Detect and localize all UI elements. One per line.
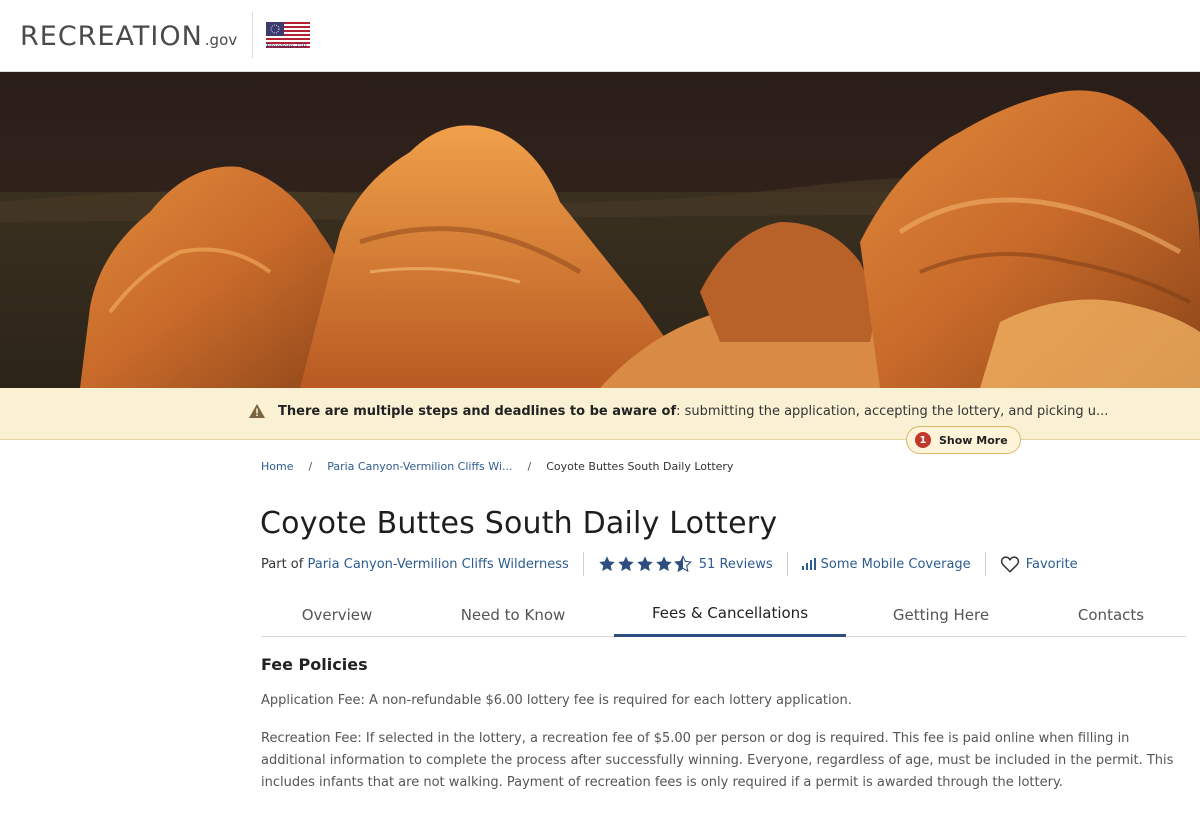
site-header: RECREATION .gov Freedom 250 bbox=[0, 0, 1200, 72]
alert-rest-text: : submitting the application, accepting … bbox=[676, 403, 1109, 419]
alert-banner: There are multiple steps and deadlines t… bbox=[0, 388, 1200, 440]
mobile-coverage[interactable]: Some Mobile Coverage bbox=[801, 556, 971, 572]
recreation-gov-logo[interactable]: RECREATION .gov bbox=[20, 18, 237, 54]
reviews-link[interactable]: 51 Reviews bbox=[699, 557, 773, 572]
tab-overview[interactable]: Overview bbox=[261, 592, 413, 637]
breadcrumb-current: Coyote Buttes South Daily Lottery bbox=[546, 460, 734, 473]
breadcrumb-wilderness-link[interactable]: Paria Canyon-Vermilion Cliffs Wi... bbox=[327, 460, 512, 473]
application-fee-text: Application Fee: A non-refundable $6.00 … bbox=[261, 693, 852, 708]
header-divider bbox=[252, 12, 253, 58]
fee-policies-heading: Fee Policies bbox=[261, 655, 368, 674]
breadcrumb-separator: / bbox=[308, 460, 313, 473]
alert-count-badge: 1 bbox=[915, 432, 931, 448]
tab-getting-here[interactable]: Getting Here bbox=[871, 592, 1011, 637]
part-of-link[interactable]: Paria Canyon-Vermilion Cliffs Wilderness bbox=[307, 557, 568, 572]
star-icon bbox=[618, 556, 634, 572]
meta-divider bbox=[582, 552, 584, 576]
logo-text: RECREATION bbox=[20, 20, 203, 52]
signal-bars-icon bbox=[801, 558, 816, 570]
alert-message: There are multiple steps and deadlines t… bbox=[248, 403, 1108, 419]
part-of: Part of Paria Canyon-Vermilion Cliffs Wi… bbox=[261, 557, 569, 572]
tab-bar: Overview Need to Know Fees & Cancellatio… bbox=[261, 592, 1186, 637]
flag-caption: Freedom 250 bbox=[266, 43, 307, 50]
coverage-label: Some Mobile Coverage bbox=[820, 556, 971, 572]
logo-suffix: .gov bbox=[204, 31, 238, 49]
tab-contacts[interactable]: Contacts bbox=[1051, 592, 1171, 637]
favorite-label: Favorite bbox=[1025, 556, 1078, 572]
meta-divider bbox=[984, 552, 986, 576]
meta-divider bbox=[786, 552, 788, 576]
hero-image bbox=[0, 72, 1200, 388]
tab-fees-cancellations[interactable]: Fees & Cancellations bbox=[614, 592, 846, 637]
heart-icon bbox=[1000, 556, 1019, 573]
star-icon bbox=[599, 556, 615, 572]
half-star-icon bbox=[673, 555, 692, 573]
star-icon bbox=[637, 556, 653, 572]
part-of-prefix: Part of bbox=[261, 556, 304, 572]
show-more-button[interactable]: 1 Show More bbox=[906, 426, 1021, 454]
show-more-label: Show More bbox=[939, 433, 1008, 447]
breadcrumb-home-link[interactable]: Home bbox=[261, 460, 293, 473]
star-icon bbox=[656, 556, 672, 572]
breadcrumb-separator: / bbox=[527, 460, 532, 473]
meta-row: Part of Paria Canyon-Vermilion Cliffs Wi… bbox=[261, 550, 1078, 578]
recreation-fee-text: Recreation Fee: If selected in the lotte… bbox=[261, 731, 1174, 790]
rating-stars[interactable]: 51 Reviews bbox=[598, 555, 773, 573]
warning-triangle-icon bbox=[249, 404, 265, 418]
alert-strong-text: There are multiple steps and deadlines t… bbox=[278, 403, 677, 419]
breadcrumb: Home / Paria Canyon-Vermilion Cliffs Wi.… bbox=[261, 460, 733, 473]
favorite-button[interactable]: Favorite bbox=[1000, 555, 1078, 573]
coyote-buttes-landscape bbox=[0, 72, 1200, 388]
page-title: Coyote Buttes South Daily Lottery bbox=[260, 506, 778, 541]
tab-need-to-know[interactable]: Need to Know bbox=[437, 592, 589, 637]
